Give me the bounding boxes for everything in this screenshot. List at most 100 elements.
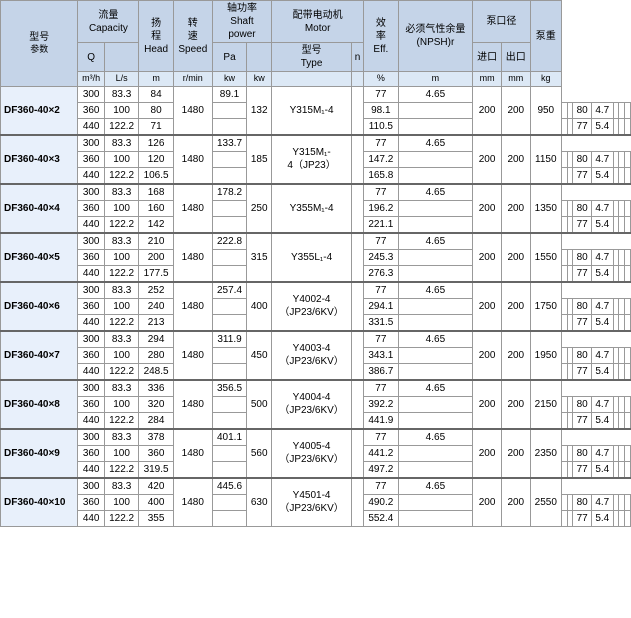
motor-type-cell: Y355M₁-4 (272, 184, 352, 233)
eff-cell: 80 (573, 347, 592, 363)
q-cell: 300 (78, 380, 104, 397)
weight-cell: 1750 (530, 282, 561, 331)
eff-cell: 77 (573, 265, 592, 282)
npsh-cell: 5.4 (591, 314, 613, 331)
weight-cell (625, 412, 631, 429)
npsh-cell: 5.4 (591, 412, 613, 429)
ls-cell: 100 (104, 151, 138, 167)
pa-cell: 110.5 (364, 118, 398, 135)
h-cell: 177.5 (139, 265, 173, 282)
header-row-1: 型号 参数 流量Capacity 扬程Head 转速Speed 轴功率Shaft… (1, 1, 631, 43)
weight-cell: 1350 (530, 184, 561, 233)
inlet-cell: 200 (473, 282, 502, 331)
motor-kw-cell (398, 314, 473, 331)
outlet-cell: 200 (501, 184, 530, 233)
ls-cell: 83.3 (104, 478, 138, 495)
motor-kw-cell (398, 102, 473, 118)
motor-kw-cell: 400 (247, 282, 272, 331)
table-row: DF360-40×830083.33361480356.5500Y4004-4（… (1, 380, 631, 397)
q-unit: m³/h (78, 72, 104, 87)
motor-kw-cell: 250 (247, 184, 272, 233)
q-cell: 360 (78, 298, 104, 314)
weight-cell (625, 298, 631, 314)
weight-cell: 1550 (530, 233, 561, 282)
pa-cell: 165.8 (364, 167, 398, 184)
weight-cell (625, 200, 631, 216)
ls-cell: 83.3 (104, 135, 138, 152)
motor-kw-header (247, 43, 272, 72)
model-cell: DF360-40×10 (1, 478, 78, 527)
ls-cell: 122.2 (104, 118, 138, 135)
q-cell: 440 (78, 314, 104, 331)
inlet-cell: 200 (473, 380, 502, 429)
motor-type-cell: Y4002-4（JP23/6KV） (272, 282, 352, 331)
ls-cell: 122.2 (104, 265, 138, 282)
table-row: DF360-40×630083.32521480257.4400Y4002-4（… (1, 282, 631, 299)
motor-kw-cell: 185 (247, 135, 272, 184)
motor-type-cell: Y315M₁-4 (272, 86, 352, 135)
n-cell (212, 102, 246, 118)
q-cell: 300 (78, 478, 104, 495)
pa-cell: 497.2 (364, 461, 398, 478)
motor-kw-cell (398, 347, 473, 363)
weight-cell: 950 (530, 86, 561, 135)
eff-cell: 77 (573, 461, 592, 478)
weight-cell (625, 461, 631, 478)
n-cell (212, 412, 246, 429)
q-cell: 300 (78, 86, 104, 102)
h-cell: 120 (139, 151, 173, 167)
n-cell (212, 151, 246, 167)
n-cell (212, 200, 246, 216)
n-cell (212, 298, 246, 314)
motor-kw-cell (398, 118, 473, 135)
pa-cell: 196.2 (364, 200, 398, 216)
pa-cell: 221.1 (364, 216, 398, 233)
pa-cell: 445.6 (212, 478, 246, 495)
ls-cell: 83.3 (104, 233, 138, 250)
h-cell: 126 (139, 135, 173, 152)
outlet-cell: 200 (501, 478, 530, 527)
pa-cell: 245.3 (364, 249, 398, 265)
weight-cell: 2350 (530, 429, 561, 478)
inlet-cell: 200 (473, 233, 502, 282)
h-cell: 360 (139, 445, 173, 461)
pa-cell: 552.4 (364, 510, 398, 526)
weight-cell (625, 314, 631, 331)
pa-cell: 343.1 (364, 347, 398, 363)
h-cell: 248.5 (139, 363, 173, 380)
npsh-cell: 5.4 (591, 216, 613, 233)
motor-kw-cell: 500 (247, 380, 272, 429)
weight-cell: 2150 (530, 380, 561, 429)
outlet-cell: 200 (501, 282, 530, 331)
capacity-header: 流量Capacity (78, 1, 139, 43)
n-cell: 1480 (173, 478, 212, 527)
model-cell: DF360-40×9 (1, 429, 78, 478)
motor-kw-cell (398, 249, 473, 265)
ls-cell: 122.2 (104, 363, 138, 380)
npsh-cell: 5.4 (591, 461, 613, 478)
eff-cell: 77 (364, 380, 398, 397)
inlet-unit: mm (473, 72, 502, 87)
pa-cell: 222.8 (212, 233, 246, 250)
h-cell: 294 (139, 331, 173, 348)
h-unit: m (139, 72, 173, 87)
h-cell: 213 (139, 314, 173, 331)
q-cell: 360 (78, 494, 104, 510)
motor-kw-cell: 450 (247, 331, 272, 380)
inlet-cell: 200 (473, 478, 502, 527)
motor-kw-cell (398, 363, 473, 380)
model-cell: DF360-40×6 (1, 282, 78, 331)
h-cell: 160 (139, 200, 173, 216)
pa-cell: 133.7 (212, 135, 246, 152)
n-cell (212, 445, 246, 461)
outlet-header: 出口 (501, 43, 530, 72)
npsh-cell: 4.65 (398, 233, 473, 250)
ls-cell: 122.2 (104, 216, 138, 233)
eff-cell: 80 (573, 494, 592, 510)
weight-cell (625, 102, 631, 118)
motor-type-cell: Y4501-4（JP23/6KV） (272, 478, 352, 527)
ls-cell: 100 (104, 298, 138, 314)
shaft-power-header: 轴功率Shaftpower (212, 1, 271, 43)
n-cell (212, 347, 246, 363)
h-cell: 378 (139, 429, 173, 446)
